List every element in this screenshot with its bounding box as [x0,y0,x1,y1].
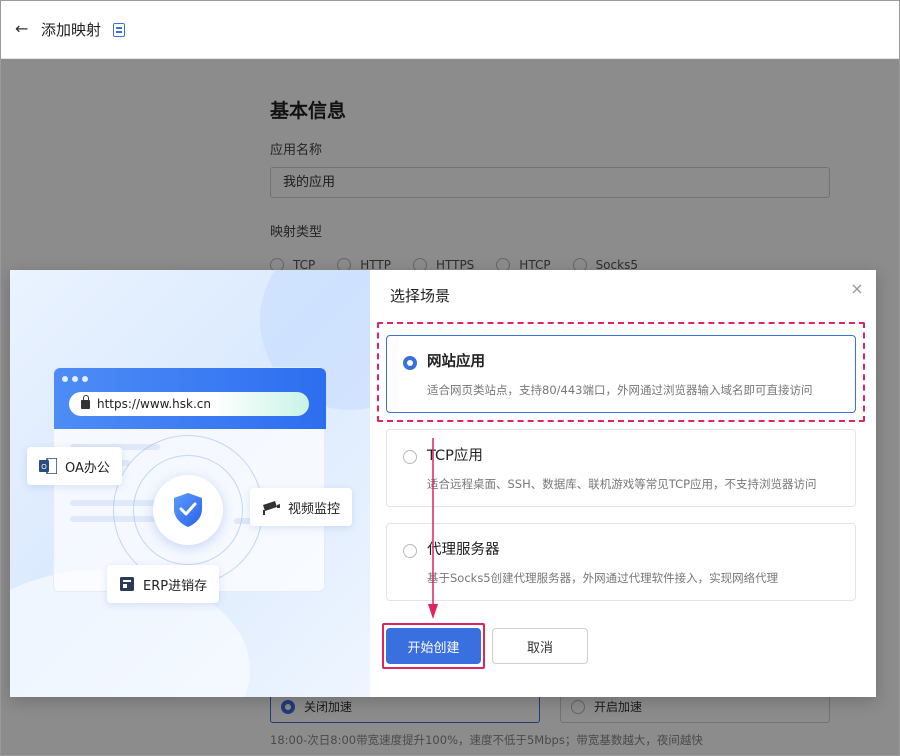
window-dot [62,376,68,382]
shield-badge [153,475,223,545]
window-dot [72,376,78,382]
tag-oa: O OA办公 [27,447,122,485]
shield-check-icon [174,493,202,527]
scene-illustration: https://www.hsk.cn O OA办公 视频监控 ERP进销存 [10,270,370,697]
office-icon: O [39,458,57,474]
top-bar: ← 添加映射 [1,1,899,59]
tag-erp: ERP进销存 [107,565,220,603]
scene-desc: 基于Socks5创建代理服务器，外网通过代理软件接入，实现网络代理 [427,571,779,585]
page-title: 添加映射 [41,21,102,39]
scene-proxy[interactable]: 代理服务器 基于Socks5创建代理服务器，外网通过代理软件接入，实现网络代理 [386,523,856,601]
erp-icon [120,577,134,591]
start-create-button[interactable]: 开始创建 [386,628,481,664]
radio-icon [403,450,417,464]
scene-title: 网站应用 [427,354,485,370]
tag-video: 视频监控 [250,488,353,526]
url-bar: https://www.hsk.cn [69,392,309,416]
back-arrow-icon[interactable]: ← [15,19,33,39]
scene-desc: 适合网页类站点，支持80/443端口，外网通过浏览器输入域名即可直接访问 [427,383,813,397]
close-icon[interactable]: × [850,281,864,297]
modal-title: 选择场景 [390,287,451,305]
document-icon[interactable] [113,23,125,37]
scene-title: TCP应用 [427,448,483,464]
radio-icon [403,544,417,558]
scene-title: 代理服务器 [427,542,500,558]
browser-header: https://www.hsk.cn [54,368,326,429]
camera-icon [263,501,280,515]
cancel-button[interactable]: 取消 [492,628,588,664]
lock-icon [81,394,90,409]
window-dot [82,376,88,382]
svg-text:O: O [41,464,47,471]
scene-desc: 适合远程桌面、SSH、数据库、联机游戏等常见TCP应用，不支持浏览器访问 [427,477,817,491]
scene-modal: https://www.hsk.cn O OA办公 视频监控 ERP进销存 选择… [10,270,876,697]
radio-checked-icon [403,356,417,370]
scene-tcp[interactable]: TCP应用 适合远程桌面、SSH、数据库、联机游戏等常见TCP应用，不支持浏览器… [386,429,856,507]
url-text: https://www.hsk.cn [97,397,211,411]
scene-website[interactable]: 网站应用 适合网页类站点，支持80/443端口，外网通过浏览器输入域名即可直接访… [386,335,856,413]
